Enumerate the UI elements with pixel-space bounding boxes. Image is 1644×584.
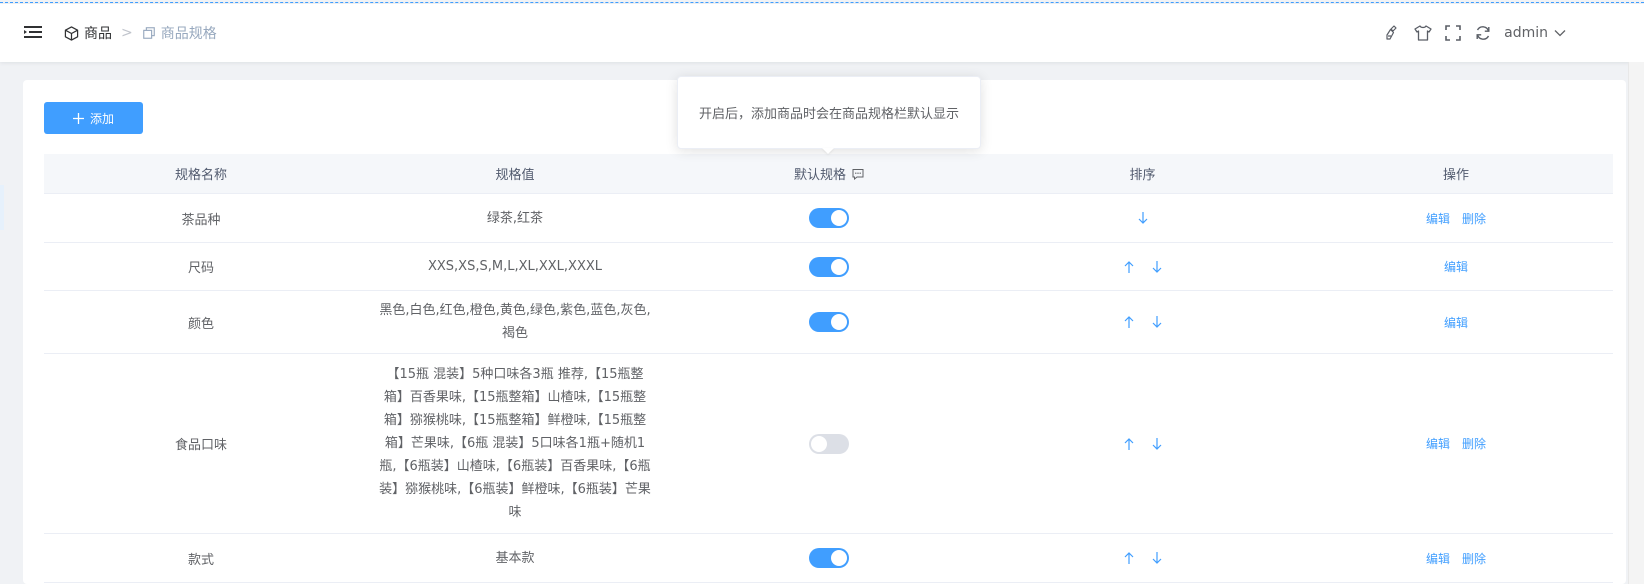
user-menu[interactable]: admin <box>1504 25 1566 41</box>
cleaner-icon[interactable] <box>1384 24 1402 42</box>
hamburger-menu-icon[interactable] <box>24 24 42 40</box>
spec-table: 规格名称 规格值 默认规格 排序 操作 茶品种 绿茶,红茶 编辑 删除 尺码 X… <box>44 154 1613 583</box>
delete-link[interactable]: 删除 <box>1462 435 1486 452</box>
table-row: 茶品种 绿茶,红茶 编辑 删除 <box>44 194 1613 243</box>
arrow-up-icon[interactable] <box>1122 551 1136 565</box>
user-name: admin <box>1504 25 1548 41</box>
box-icon <box>64 25 79 41</box>
table-row: 颜色 黑色,白色,红色,橙色,黄色,绿色,紫色,蓝色,灰色,褐色 编辑 <box>44 291 1613 354</box>
spec-name: 尺码 <box>187 261 214 276</box>
breadcrumb-root-label: 商品 <box>84 26 112 42</box>
arrow-down-icon[interactable] <box>1150 315 1164 329</box>
arrow-up-icon[interactable] <box>1122 260 1136 274</box>
spec-values: 基本款 <box>495 550 535 566</box>
table-row: 款式 基本款 编辑 删除 <box>44 534 1613 583</box>
refresh-icon[interactable] <box>1474 24 1492 42</box>
add-button-label: 添加 <box>89 111 114 126</box>
top-navbar: 商品 > 商品规格 admin <box>0 4 1644 62</box>
top-loading-line <box>0 2 1644 3</box>
default-spec-toggle[interactable] <box>809 256 849 277</box>
default-spec-toggle[interactable] <box>809 208 849 228</box>
page-scrollbar[interactable] <box>1628 62 1644 584</box>
edit-link[interactable]: 编辑 <box>1444 314 1468 331</box>
arrow-down-icon[interactable] <box>1150 437 1164 451</box>
spec-values: 【15瓶 混装】5种口味各3瓶 推荐,【15瓶整箱】百香果味,【15瓶整箱】山楂… <box>379 367 651 520</box>
default-spec-toggle[interactable] <box>809 548 849 568</box>
spec-values: XXS,XS,S,M,L,XL,XXL,XXXL <box>427 259 603 274</box>
copy-icon <box>142 26 156 40</box>
edit-link[interactable]: 编辑 <box>1426 210 1450 227</box>
delete-link[interactable]: 删除 <box>1462 210 1486 227</box>
spec-name: 食品口味 <box>174 438 227 453</box>
default-spec-toggle[interactable] <box>809 312 849 332</box>
edit-link[interactable]: 编辑 <box>1444 258 1468 275</box>
breadcrumb-separator: > <box>121 25 133 41</box>
arrow-up-icon[interactable] <box>1122 437 1136 451</box>
chevron-down-icon <box>1554 29 1566 37</box>
col-header-sort: 排序 <box>1129 168 1156 183</box>
comment-info-icon[interactable] <box>852 168 864 180</box>
add-spec-button[interactable]: 添加 <box>44 102 143 134</box>
edit-link[interactable]: 编辑 <box>1426 435 1450 452</box>
col-header-default-label: 默认规格 <box>793 168 846 183</box>
breadcrumb: 商品 > 商品规格 <box>64 4 217 62</box>
default-spec-tooltip: 开启后，添加商品时会在商品规格栏默认显示 <box>677 76 981 149</box>
sidebar-edge <box>0 185 4 230</box>
col-header-actions: 操作 <box>1442 168 1469 183</box>
default-spec-toggle[interactable] <box>809 433 849 454</box>
arrow-down-icon[interactable] <box>1150 551 1164 565</box>
col-header-values: 规格值 <box>495 168 535 183</box>
fullscreen-icon[interactable] <box>1444 24 1462 42</box>
col-header-name: 规格名称 <box>174 168 227 183</box>
tooltip-arrow <box>822 148 834 154</box>
arrow-down-icon[interactable] <box>1150 260 1164 274</box>
col-header-default: 默认规格 <box>672 164 986 183</box>
edit-link[interactable]: 编辑 <box>1426 550 1450 567</box>
spec-name: 款式 <box>187 552 214 568</box>
plus-icon <box>72 112 84 124</box>
table-header: 规格名称 规格值 默认规格 排序 操作 <box>44 154 1613 194</box>
breadcrumb-current: 商品规格 <box>142 23 217 43</box>
breadcrumb-root[interactable]: 商品 <box>64 23 112 43</box>
delete-link[interactable]: 删除 <box>1462 550 1486 567</box>
spec-name: 茶品种 <box>181 212 221 228</box>
arrow-up-icon[interactable] <box>1122 315 1136 329</box>
tshirt-icon[interactable] <box>1414 24 1432 42</box>
spec-values: 黑色,白色,红色,橙色,黄色,绿色,紫色,蓝色,灰色,褐色 <box>379 303 651 341</box>
spec-values: 绿茶,红茶 <box>486 210 544 226</box>
arrow-down-icon[interactable] <box>1136 211 1150 225</box>
spec-name: 颜色 <box>187 316 214 332</box>
table-row: 尺码 XXS,XS,S,M,L,XL,XXL,XXXL 编辑 <box>44 243 1613 291</box>
breadcrumb-current-label: 商品规格 <box>160 26 217 42</box>
header-actions: admin <box>1384 4 1566 62</box>
table-row: 食品口味 【15瓶 混装】5种口味各3瓶 推荐,【15瓶整箱】百香果味,【15瓶… <box>44 354 1613 534</box>
